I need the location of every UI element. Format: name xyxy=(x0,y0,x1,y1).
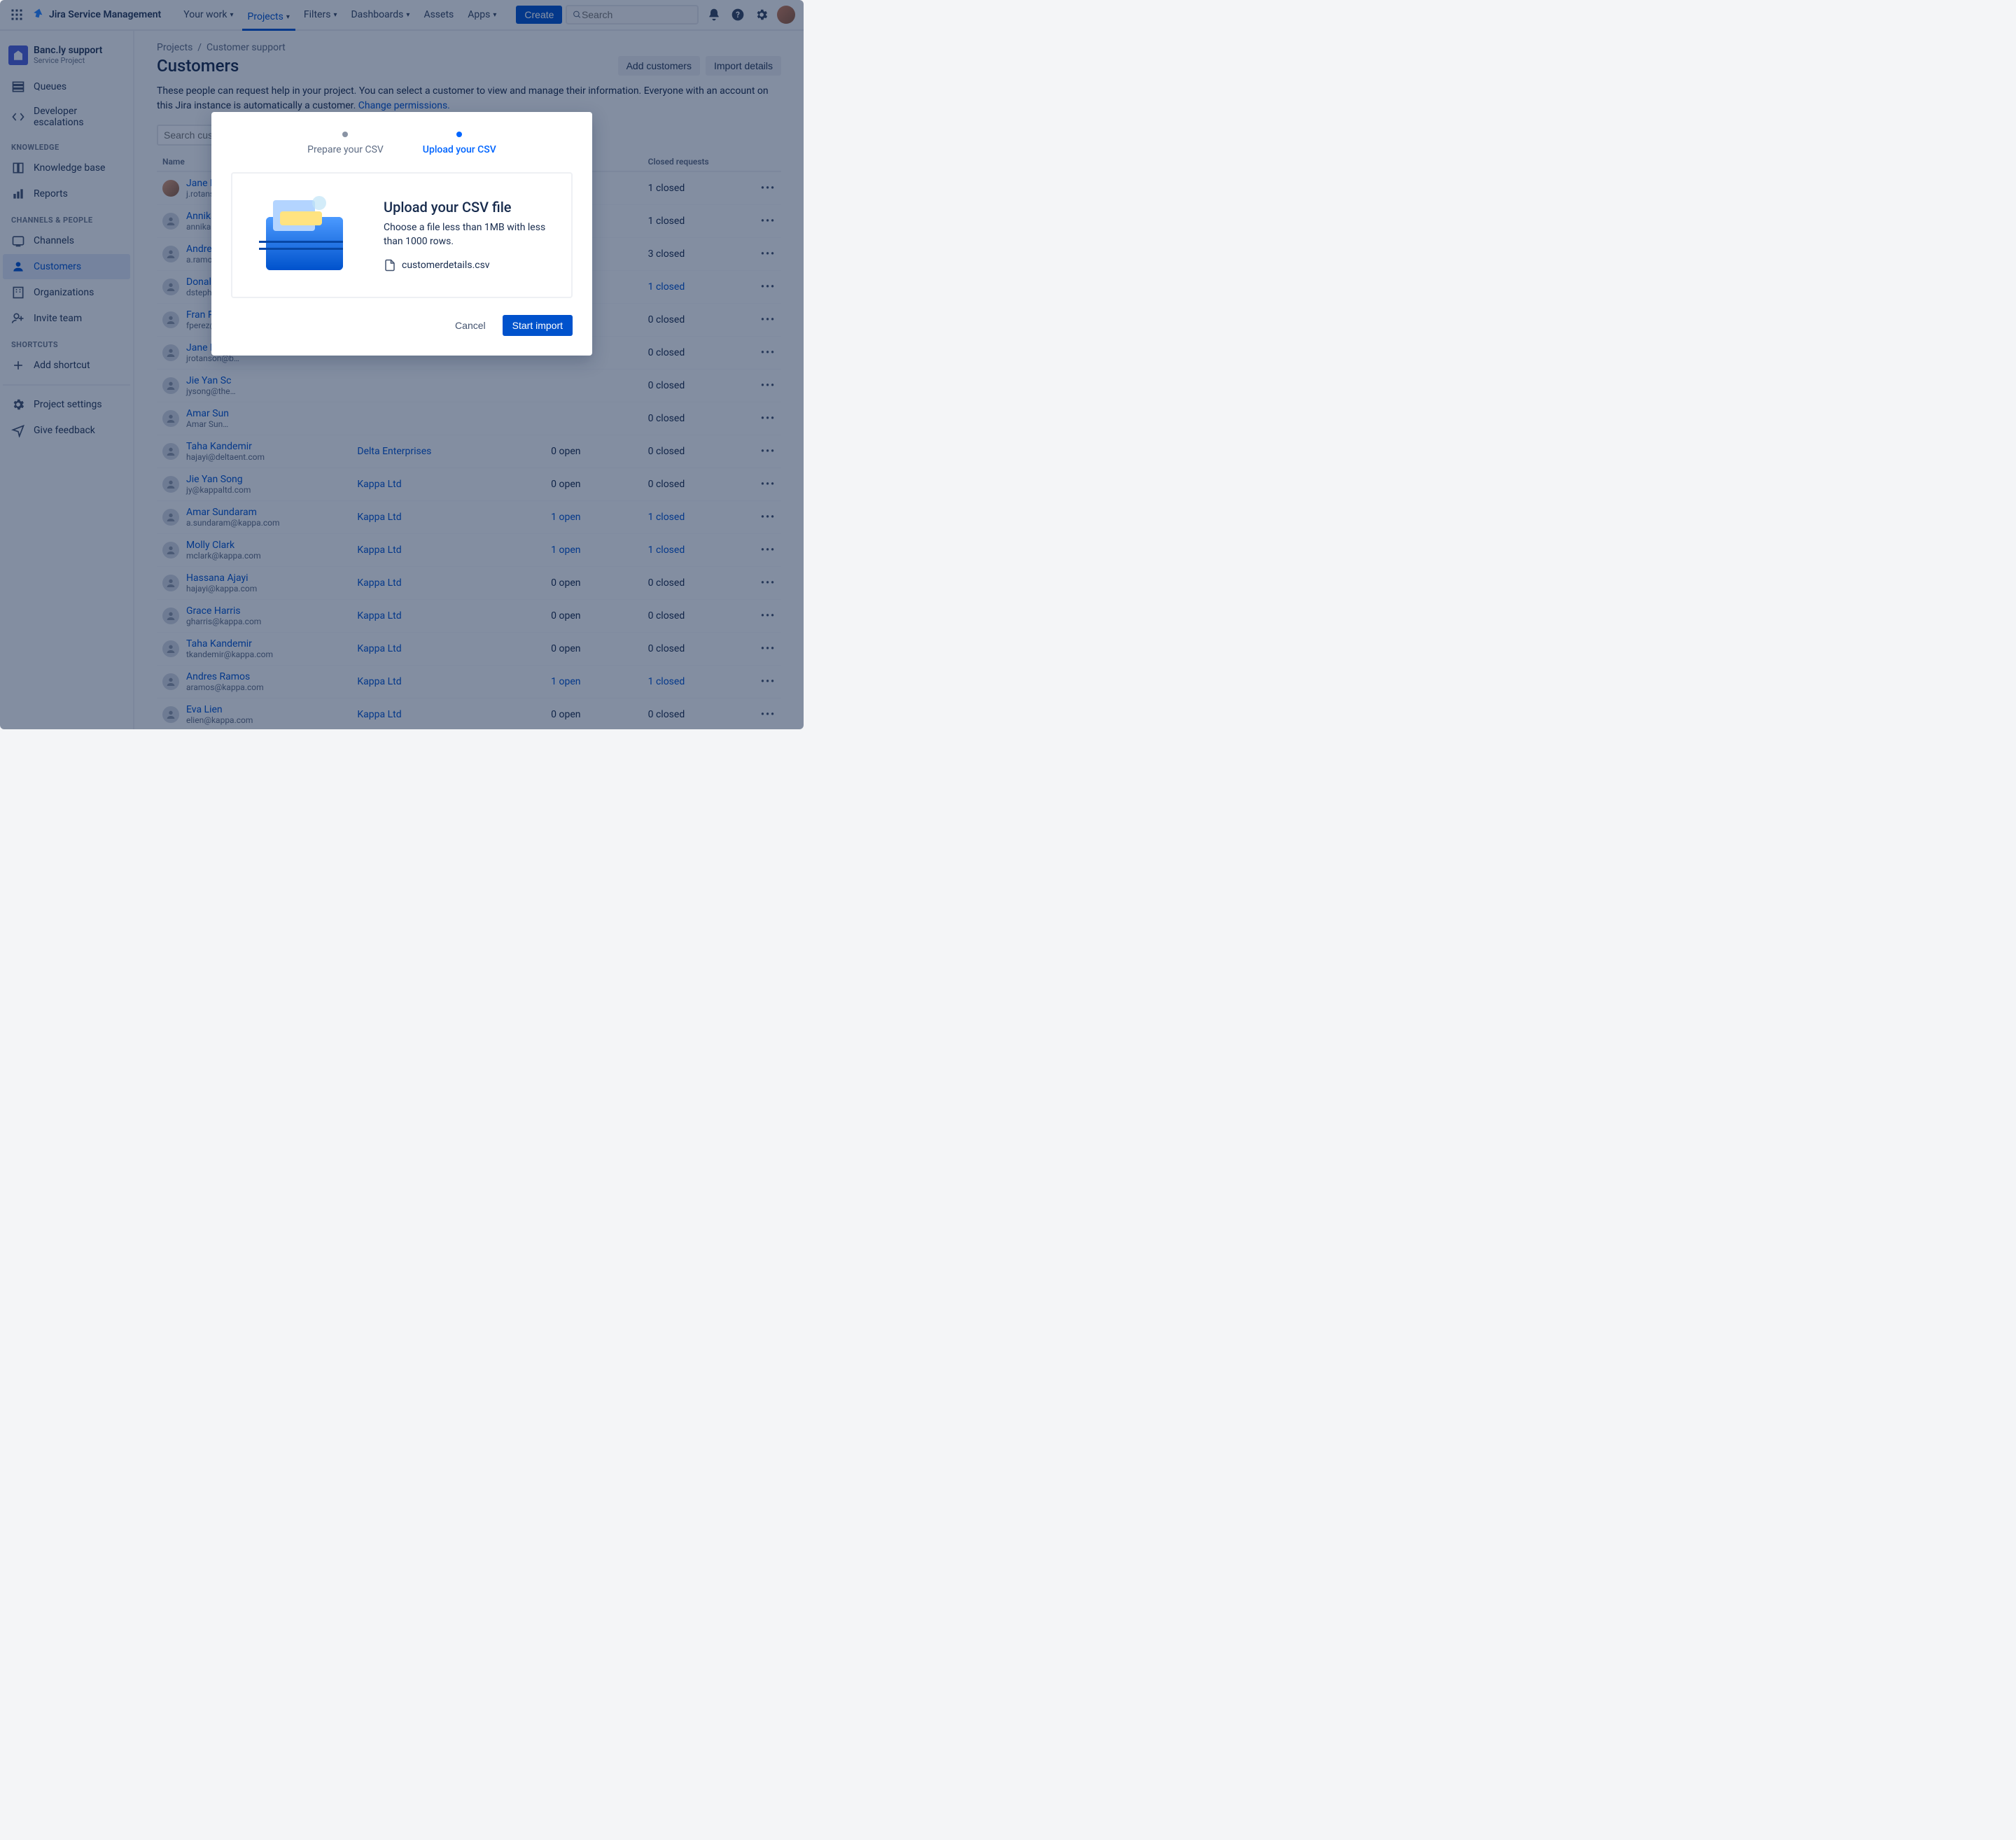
filename: customerdetails.csv xyxy=(402,260,490,271)
file-icon xyxy=(384,259,396,272)
start-import-button[interactable]: Start import xyxy=(503,315,573,336)
upload-illustration-icon xyxy=(252,193,364,277)
cancel-button[interactable]: Cancel xyxy=(447,315,494,336)
step-upload: Upload your CSV xyxy=(423,132,496,155)
upload-title: Upload your CSV file xyxy=(384,199,552,216)
upload-card: Upload your CSV file Choose a file less … xyxy=(231,172,573,298)
selected-file: customerdetails.csv xyxy=(384,259,552,272)
step-prepare: Prepare your CSV xyxy=(307,132,384,155)
upload-desc: Choose a file less than 1MB with less th… xyxy=(384,221,552,248)
import-modal: Prepare your CSV Upload your CSV xyxy=(211,112,592,356)
modal-overlay: Prepare your CSV Upload your CSV xyxy=(0,0,804,729)
